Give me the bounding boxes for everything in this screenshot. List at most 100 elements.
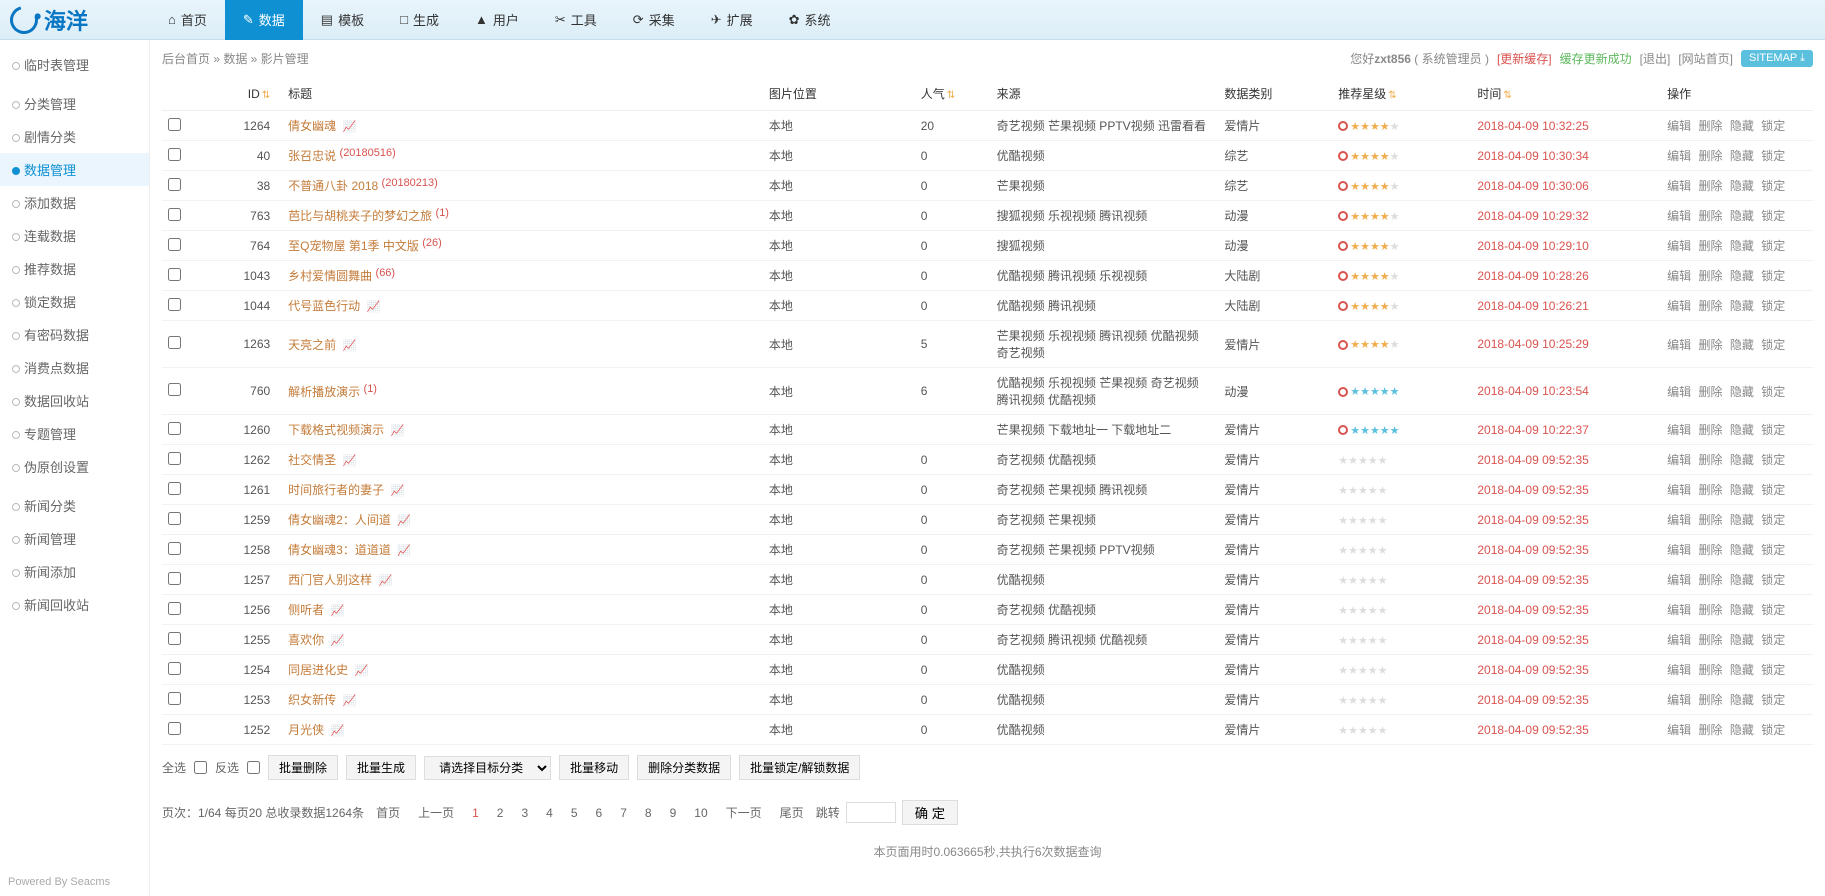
sidebar-item-新闻添加[interactable]: 新闻添加 (0, 555, 149, 588)
cell-star[interactable]: ★★★★★ (1332, 171, 1471, 201)
title-link[interactable]: 西门官人别这样 (288, 573, 372, 587)
sidebar-item-数据回收站[interactable]: 数据回收站 (0, 384, 149, 417)
op-编辑[interactable]: 编辑 (1667, 209, 1691, 223)
op-编辑[interactable]: 编辑 (1667, 483, 1691, 497)
title-link[interactable]: 织女新传 (288, 693, 336, 707)
op-隐藏[interactable]: 隐藏 (1730, 149, 1754, 163)
op-锁定[interactable]: 锁定 (1761, 633, 1785, 647)
pager-page-3[interactable]: 3 (515, 804, 534, 822)
op-隐藏[interactable]: 隐藏 (1730, 453, 1754, 467)
op-编辑[interactable]: 编辑 (1667, 543, 1691, 557)
title-link[interactable]: 时间旅行者的妻子 (288, 483, 384, 497)
op-编辑[interactable]: 编辑 (1667, 723, 1691, 737)
crumb-link[interactable]: 缓存更新成功 (1560, 50, 1632, 67)
op-编辑[interactable]: 编辑 (1667, 453, 1691, 467)
sidebar-item-新闻回收站[interactable]: 新闻回收站 (0, 588, 149, 621)
cell-star[interactable]: ★★★★★ (1332, 505, 1471, 535)
sidebar-item-连载数据[interactable]: 连载数据 (0, 219, 149, 252)
op-删除[interactable]: 删除 (1699, 385, 1723, 399)
op-编辑[interactable]: 编辑 (1667, 269, 1691, 283)
sidebar-item-剧情分类[interactable]: 剧情分类 (0, 120, 149, 153)
op-编辑[interactable]: 编辑 (1667, 663, 1691, 677)
op-隐藏[interactable]: 隐藏 (1730, 269, 1754, 283)
op-隐藏[interactable]: 隐藏 (1730, 693, 1754, 707)
op-隐藏[interactable]: 隐藏 (1730, 179, 1754, 193)
op-编辑[interactable]: 编辑 (1667, 633, 1691, 647)
op-编辑[interactable]: 编辑 (1667, 119, 1691, 133)
op-锁定[interactable]: 锁定 (1761, 149, 1785, 163)
cell-star[interactable]: ★★★★★ (1332, 368, 1471, 415)
row-checkbox[interactable] (168, 148, 181, 161)
row-checkbox[interactable] (168, 722, 181, 735)
op-隐藏[interactable]: 隐藏 (1730, 119, 1754, 133)
cell-star[interactable]: ★★★★★ (1332, 625, 1471, 655)
title-link[interactable]: 倩女幽魂3：道道道 (288, 543, 391, 557)
pager-page-7[interactable]: 7 (614, 804, 633, 822)
op-删除[interactable]: 删除 (1699, 513, 1723, 527)
op-编辑[interactable]: 编辑 (1667, 299, 1691, 313)
pager-go[interactable]: 确 定 (902, 800, 958, 825)
cell-star[interactable]: ★★★★★ (1332, 475, 1471, 505)
op-编辑[interactable]: 编辑 (1667, 149, 1691, 163)
category-select[interactable]: 请选择目标分类 (424, 756, 551, 780)
op-删除[interactable]: 删除 (1699, 543, 1723, 557)
batch-批量锁定/解锁数据[interactable]: 批量锁定/解锁数据 (739, 755, 860, 780)
pager-page-5[interactable]: 5 (565, 804, 584, 822)
sidebar-item-有密码数据[interactable]: 有密码数据 (0, 318, 149, 351)
title-link[interactable]: 倩女幽魂2：人间道 (288, 513, 391, 527)
pager-prev[interactable]: 上一页 (412, 802, 460, 823)
title-link[interactable]: 解析播放演示 (288, 385, 360, 399)
cell-star[interactable]: ★★★★★ (1332, 321, 1471, 368)
op-编辑[interactable]: 编辑 (1667, 423, 1691, 437)
op-编辑[interactable]: 编辑 (1667, 239, 1691, 253)
op-删除[interactable]: 删除 (1699, 423, 1723, 437)
row-checkbox[interactable] (168, 238, 181, 251)
op-锁定[interactable]: 锁定 (1761, 693, 1785, 707)
pager-next[interactable]: 下一页 (720, 802, 768, 823)
op-删除[interactable]: 删除 (1699, 663, 1723, 677)
row-checkbox[interactable] (168, 178, 181, 191)
row-checkbox[interactable] (168, 118, 181, 131)
op-锁定[interactable]: 锁定 (1761, 543, 1785, 557)
invert-checkbox[interactable] (247, 761, 260, 774)
op-隐藏[interactable]: 隐藏 (1730, 338, 1754, 352)
op-隐藏[interactable]: 隐藏 (1730, 543, 1754, 557)
op-删除[interactable]: 删除 (1699, 179, 1723, 193)
title-link[interactable]: 倩女幽魂 (288, 119, 336, 133)
op-锁定[interactable]: 锁定 (1761, 338, 1785, 352)
op-删除[interactable]: 删除 (1699, 299, 1723, 313)
op-隐藏[interactable]: 隐藏 (1730, 239, 1754, 253)
pager-page-6[interactable]: 6 (590, 804, 609, 822)
op-锁定[interactable]: 锁定 (1761, 483, 1785, 497)
op-编辑[interactable]: 编辑 (1667, 385, 1691, 399)
topnav-扩展[interactable]: ✈扩展 (693, 0, 771, 40)
op-删除[interactable]: 删除 (1699, 209, 1723, 223)
pager-page-8[interactable]: 8 (639, 804, 658, 822)
row-checkbox[interactable] (168, 572, 181, 585)
th-col-time[interactable]: 时间⇅ (1471, 77, 1661, 111)
cell-star[interactable]: ★★★★★ (1332, 715, 1471, 745)
topnav-系统[interactable]: ✿系统 (771, 0, 849, 40)
row-checkbox[interactable] (168, 632, 181, 645)
sidebar-item-消费点数据[interactable]: 消费点数据 (0, 351, 149, 384)
row-checkbox[interactable] (168, 336, 181, 349)
op-隐藏[interactable]: 隐藏 (1730, 299, 1754, 313)
op-锁定[interactable]: 锁定 (1761, 453, 1785, 467)
cell-star[interactable]: ★★★★★ (1332, 261, 1471, 291)
batch-批量移动[interactable]: 批量移动 (559, 755, 629, 780)
op-删除[interactable]: 删除 (1699, 269, 1723, 283)
batch-批量删除[interactable]: 批量删除 (268, 755, 338, 780)
cell-star[interactable]: ★★★★★ (1332, 111, 1471, 141)
row-checkbox[interactable] (168, 298, 181, 311)
sidebar-item-推荐数据[interactable]: 推荐数据 (0, 252, 149, 285)
op-编辑[interactable]: 编辑 (1667, 693, 1691, 707)
title-link[interactable]: 至Q宠物屋 第1季 中文版 (288, 239, 419, 253)
sidebar-item-添加数据[interactable]: 添加数据 (0, 186, 149, 219)
op-删除[interactable]: 删除 (1699, 693, 1723, 707)
op-删除[interactable]: 删除 (1699, 119, 1723, 133)
op-隐藏[interactable]: 隐藏 (1730, 723, 1754, 737)
title-link[interactable]: 张召忠说 (288, 149, 336, 163)
title-link[interactable]: 下载格式视频演示 (288, 423, 384, 437)
cell-star[interactable]: ★★★★★ (1332, 141, 1471, 171)
op-删除[interactable]: 删除 (1699, 723, 1723, 737)
